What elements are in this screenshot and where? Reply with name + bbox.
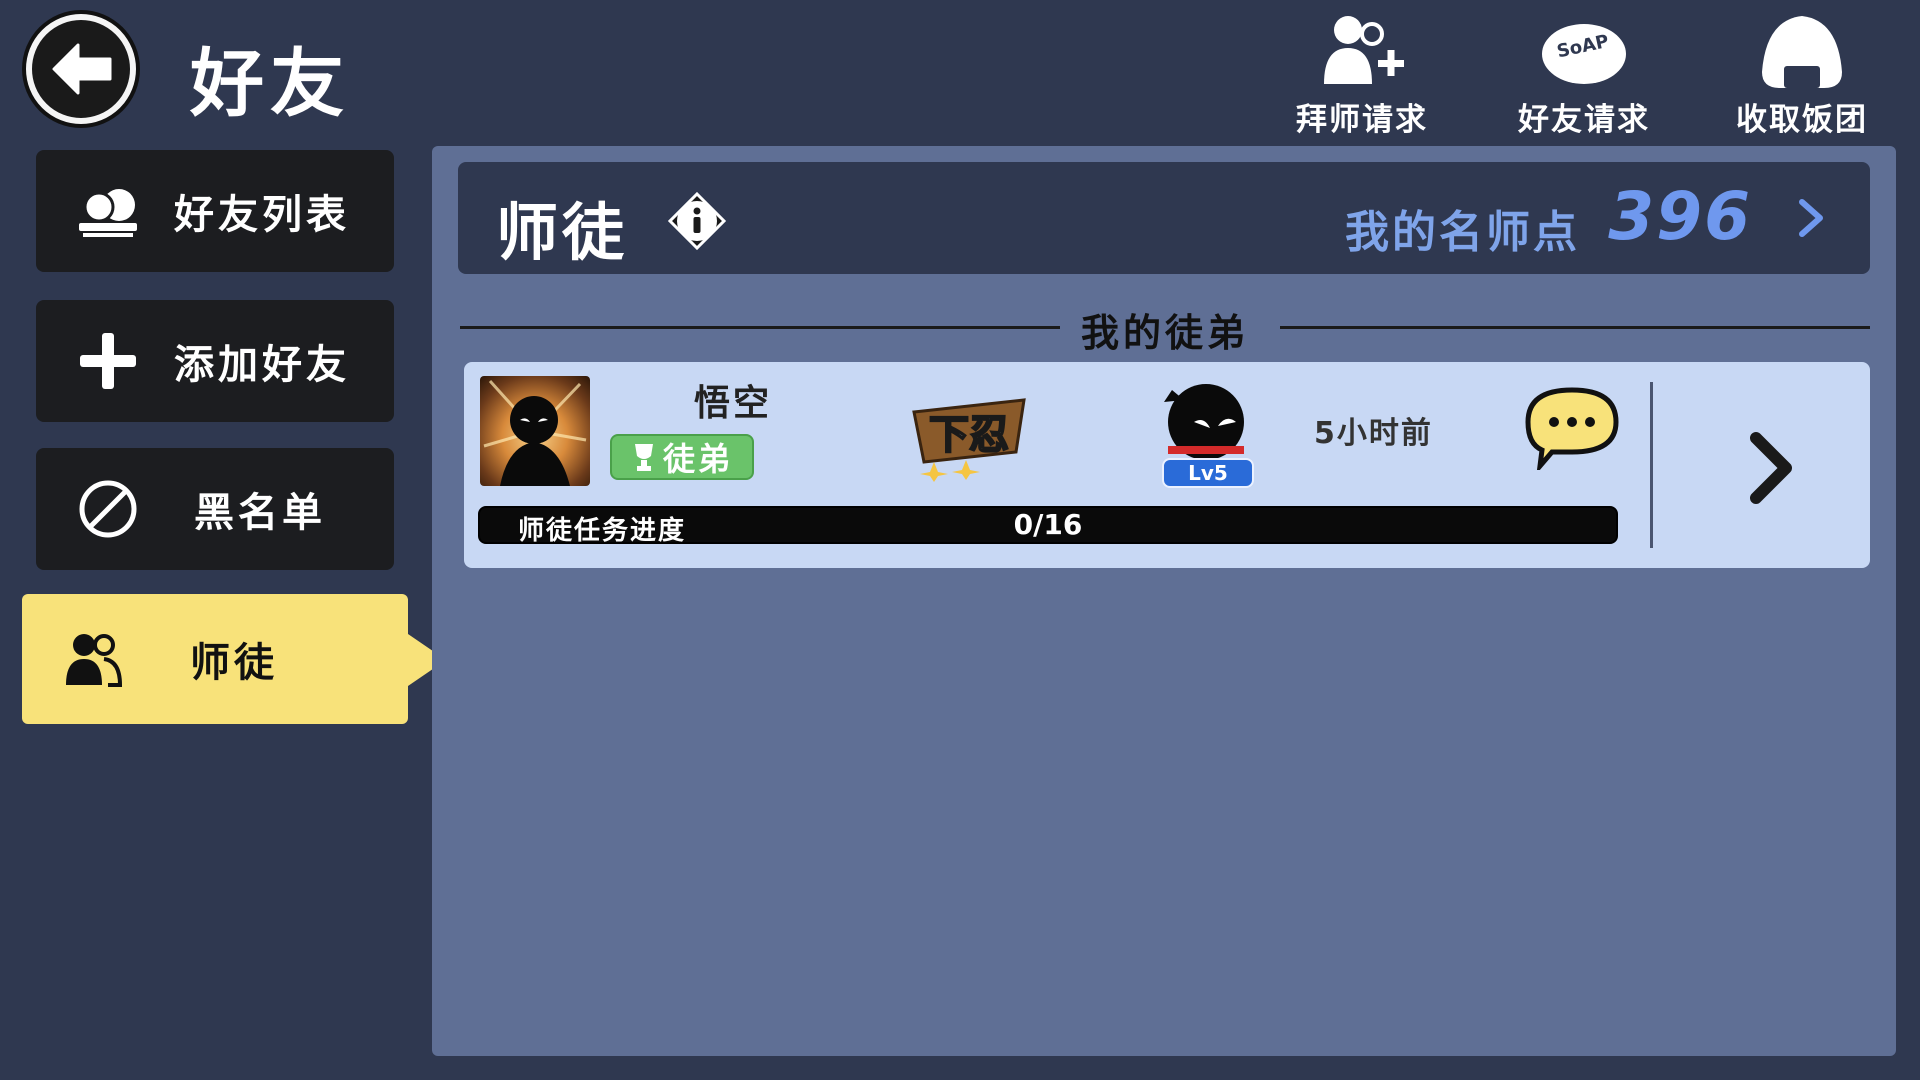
disciples-section-title: 我的徒弟 <box>1080 311 1249 355</box>
last-seen-text: 5小时前 <box>1314 416 1433 451</box>
sidebar-item-label: 黑名单 <box>194 490 326 536</box>
rice-ball-icon <box>1754 12 1850 92</box>
chat-button[interactable] <box>1522 384 1622 474</box>
friend-request-button[interactable]: SoAP 好友请求 <box>1504 12 1664 138</box>
disciple-card[interactable]: 悟空 徒弟 下忍 Lv5 5小时前 师徒任务进度 0/16 <box>464 362 1870 568</box>
chevron-right-icon[interactable] <box>1744 428 1800 508</box>
collect-rice-ball-button[interactable]: 收取饭团 <box>1722 12 1882 138</box>
card-divider <box>1650 382 1653 548</box>
back-button[interactable] <box>26 14 136 124</box>
soap-icon: SoAP <box>1536 12 1632 92</box>
section-heading: 师徒 <box>496 196 629 269</box>
sidebar-item-master-disciple[interactable]: 师徒 <box>22 594 446 724</box>
progress-value: 0/16 <box>1013 508 1083 541</box>
collect-rice-ball-label: 收取饭团 <box>1736 102 1868 138</box>
master-disciple-icon <box>54 624 134 694</box>
sidebar-item-blacklist[interactable]: 黑名单 <box>36 448 394 570</box>
friend-request-label: 好友请求 <box>1518 102 1650 138</box>
master-points-value[interactable]: 396 <box>1608 178 1752 255</box>
sidebar-item-label: 好友列表 <box>174 192 350 238</box>
friends-icon <box>68 176 148 246</box>
mentorship-progress-bar: 师徒任务进度 0/16 <box>478 506 1618 546</box>
master-points-label[interactable]: 我的名师点 <box>1345 196 1580 260</box>
role-badge: 徒弟 <box>610 434 754 480</box>
trophy-icon <box>634 444 653 471</box>
chevron-right-icon[interactable] <box>1796 196 1826 240</box>
sidebar-item-label: 师徒 <box>190 640 278 686</box>
role-badge-label: 徒弟 <box>662 440 733 478</box>
divider-line-right <box>1280 326 1870 329</box>
speech-bubble-icon <box>1525 387 1619 474</box>
add-user-icon <box>1314 12 1410 92</box>
sidebar-item-label: 添加好友 <box>174 342 350 388</box>
ninja-icon <box>1154 376 1254 468</box>
disciple-name: 悟空 <box>694 383 773 424</box>
arrow-left-icon <box>52 43 112 95</box>
page-title: 好友 <box>190 41 350 127</box>
block-icon <box>68 474 148 544</box>
level-badge: Lv5 <box>1162 458 1254 488</box>
master-request-button[interactable]: 拜师请求 <box>1282 12 1442 138</box>
master-disciple-header: 师徒 我的名师点 396 <box>458 162 1870 274</box>
rank-emblem: 下忍 <box>904 392 1034 482</box>
rank-emblem-text: 下忍 <box>929 412 1009 458</box>
info-icon[interactable] <box>667 191 727 251</box>
main-panel: 师徒 我的名师点 396 我的徒弟 悟空 徒弟 下忍 Lv5 5小时前 师徒任务… <box>432 146 1896 1056</box>
plus-icon <box>68 326 148 396</box>
avatar[interactable] <box>480 376 590 486</box>
sidebar-item-add-friend[interactable]: 添加好友 <box>36 300 394 422</box>
master-request-label: 拜师请求 <box>1296 102 1428 138</box>
sidebar-item-friend-list[interactable]: 好友列表 <box>36 150 394 272</box>
disciples-section-divider: 我的徒弟 <box>460 298 1870 358</box>
